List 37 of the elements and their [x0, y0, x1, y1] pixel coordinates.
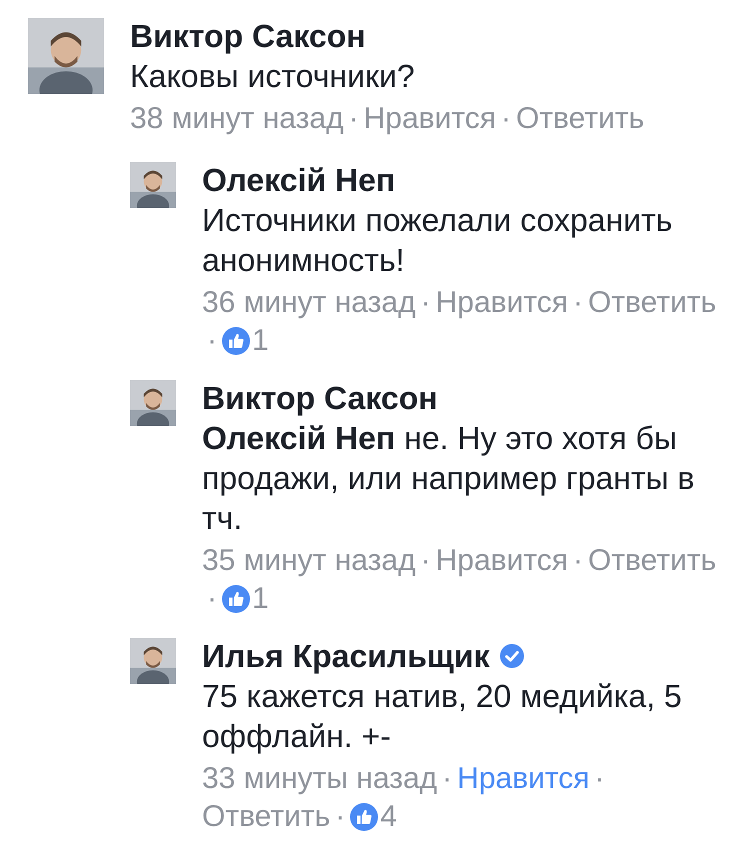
separator: · — [420, 543, 431, 579]
like-link[interactable]: Нравится — [364, 100, 496, 138]
comment-text: Источники пожелали сохранить анонимность! — [202, 201, 674, 280]
separator: · — [207, 581, 217, 617]
separator: · — [335, 799, 346, 835]
reply-link[interactable]: Ответить — [516, 100, 644, 138]
separator: · — [442, 761, 452, 797]
separator: · — [572, 543, 583, 579]
like-count: 4 — [380, 799, 397, 835]
comment-text: Каковы источники? — [130, 57, 416, 96]
like-count: 1 — [252, 581, 269, 617]
like-link[interactable]: Нравится — [457, 760, 590, 798]
timestamp: 33 минуты назад — [202, 761, 438, 797]
author-name[interactable]: Виктор Саксон — [202, 378, 438, 418]
separator: · — [594, 761, 605, 797]
timestamp: 38 минут назад — [130, 101, 344, 137]
timestamp: 36 минут назад — [202, 285, 416, 321]
like-link[interactable]: Нравится — [436, 284, 568, 322]
comment-text: Олексій Неп не. Ну это хотя бы продажи, или например гранты в тч. — [202, 419, 696, 538]
separator: · — [420, 285, 431, 321]
reply-link[interactable]: Ответить — [588, 284, 716, 322]
separator: · — [207, 323, 217, 359]
comment-text: 75 кажется натив, 20 медийка, 5 оффлайн. +- — [202, 677, 683, 756]
author-name[interactable]: Олексій Неп — [202, 160, 396, 200]
like-icon — [222, 327, 250, 355]
separator: · — [348, 101, 359, 137]
reply-link[interactable]: Ответить — [202, 798, 330, 836]
like-icon — [350, 803, 378, 831]
separator: · — [572, 285, 583, 321]
timestamp: 35 минут назад — [202, 543, 416, 579]
like-count: 1 — [252, 323, 269, 359]
like-icon — [222, 585, 250, 613]
separator: · — [500, 101, 511, 137]
author-name[interactable]: Виктор Саксон — [130, 16, 366, 56]
like-link[interactable]: Нравится — [436, 542, 568, 580]
reply-link[interactable]: Ответить — [588, 542, 716, 580]
author-name[interactable]: Илья Красильщик — [202, 636, 490, 676]
